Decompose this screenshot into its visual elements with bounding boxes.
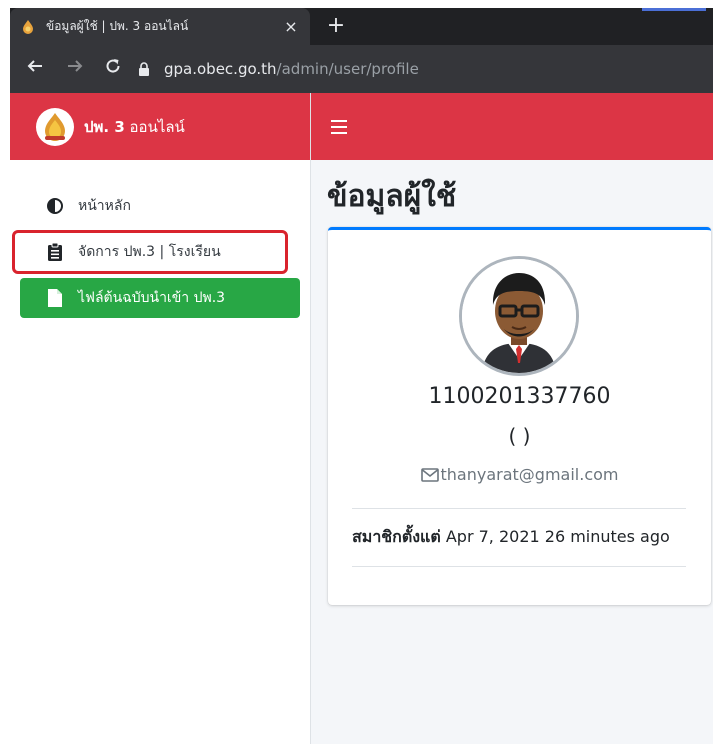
- page-title: ข้อมูลผู้ใช้: [327, 179, 457, 214]
- browser-toolbar: gpa.obec.go.th/admin/user/profile: [10, 45, 713, 93]
- user-avatar: [459, 256, 579, 376]
- envelope-icon: [420, 467, 439, 482]
- profile-username: 1100201337760: [428, 384, 611, 409]
- browser-tab-title: ข้อมูลผู้ใช้ | ปพ. 3 ออนไลน์: [46, 19, 189, 33]
- sidebar-item-label: หน้าหลัก: [78, 198, 131, 214]
- address-bar[interactable]: gpa.obec.go.th/admin/user/profile: [138, 55, 713, 83]
- profile-fullname: ( ): [508, 424, 531, 448]
- brand-link[interactable]: ปพ. 3 ออนไลน์: [10, 93, 310, 160]
- member-since-value: Apr 7, 2021 26 minutes ago: [440, 527, 670, 546]
- browser-tab-strip: ข้อมูลผู้ใช้ | ปพ. 3 ออนไลน์ × +: [10, 8, 713, 45]
- divider: [352, 508, 686, 509]
- url-host: gpa.obec.go.th: [164, 60, 277, 78]
- forward-arrow-icon[interactable]: [64, 57, 86, 79]
- brand-name: ปพ. 3 ออนไลน์: [84, 117, 185, 136]
- back-arrow-icon[interactable]: [24, 57, 46, 79]
- file-icon: [46, 289, 64, 307]
- profile-card: 1100201337760 ( ) thanyarat@gmail.com สม…: [328, 227, 711, 605]
- app-favicon-icon: [20, 19, 36, 35]
- email-text: thanyarat@gmail.com: [440, 465, 619, 484]
- sidebar: ปพ. 3 ออนไลน์ หน้าหลัก จัดการ ปพ.3 | โรง…: [10, 93, 311, 744]
- hamburger-menu-icon[interactable]: [331, 119, 347, 134]
- main-content: ข้อมูลผู้ใช้ 1100201337760 ( ) thanyarat…: [311, 93, 713, 744]
- profile-email: thanyarat@gmail.com: [328, 465, 711, 484]
- sidebar-item-home[interactable]: หน้าหลัก: [20, 186, 300, 226]
- new-tab-button[interactable]: +: [324, 14, 348, 38]
- reload-icon[interactable]: [102, 57, 124, 79]
- tab-close-icon[interactable]: ×: [282, 17, 300, 36]
- sidebar-item-import-files[interactable]: ไฟล์ต้นฉบับนำเข้า ปพ.3: [20, 278, 300, 318]
- divider: [352, 566, 686, 567]
- browser-tab[interactable]: ข้อมูลผู้ใช้ | ปพ. 3 ออนไลน์ ×: [10, 8, 310, 45]
- sidebar-item-label: จัดการ ปพ.3 | โรงเรียน: [78, 244, 221, 260]
- brand-logo-icon: [36, 107, 74, 146]
- sidebar-nav: หน้าหลัก จัดการ ปพ.3 | โรงเรียน ไฟล์ต้นฉ…: [10, 160, 310, 318]
- half-circle-icon: [46, 197, 64, 215]
- top-navbar: [311, 93, 713, 160]
- window-accent-strip: [642, 8, 706, 11]
- lock-icon: [138, 62, 152, 76]
- sidebar-item-manage-school[interactable]: จัดการ ปพ.3 | โรงเรียน: [12, 230, 288, 274]
- clipboard-icon: [46, 243, 64, 261]
- sidebar-item-label: ไฟล์ต้นฉบับนำเข้า ปพ.3: [78, 290, 226, 306]
- member-since-label: สมาชิกตั้งแต่: [352, 527, 441, 546]
- member-since-row: สมาชิกตั้งแต่ Apr 7, 2021 26 minutes ago: [352, 525, 692, 550]
- url-path: /admin/user/profile: [276, 60, 419, 78]
